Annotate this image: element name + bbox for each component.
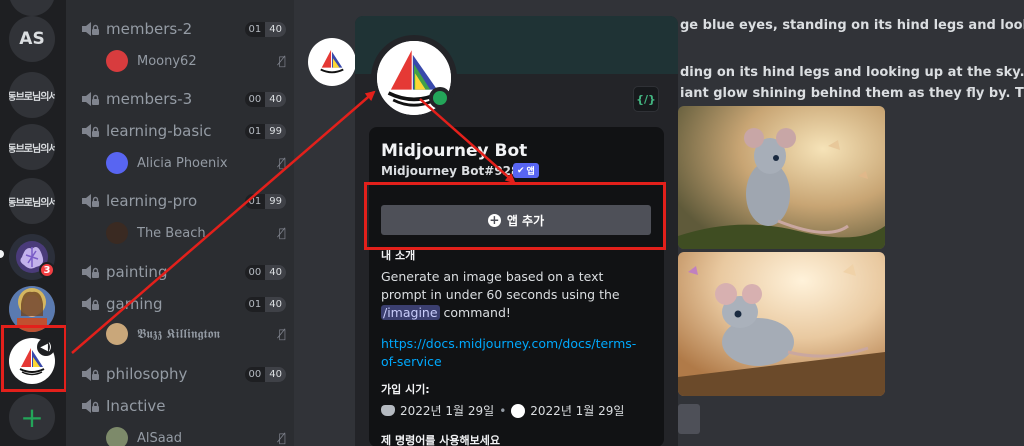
voice-user[interactable]: Moony62 🎙̸ bbox=[106, 49, 286, 73]
mouse-image bbox=[678, 252, 885, 396]
profile-tag: Midjourney Bot#9282 bbox=[381, 164, 528, 178]
midjourney-boat-icon bbox=[320, 49, 344, 74]
highlight-box-server bbox=[1, 325, 67, 392]
channel-list: members-2 01 40 members-3 00 40 learning-basic… bbox=[66, 0, 294, 446]
voice-user[interactable]: AlSaad 🎙̸ bbox=[106, 426, 286, 446]
user-limit-counter: 00 40 bbox=[244, 264, 286, 280]
bot-avatar[interactable] bbox=[308, 38, 356, 86]
muted-icon: 🎙̸ bbox=[278, 431, 286, 445]
server-dongbro-3[interactable]: 동브로님의서 bbox=[9, 178, 55, 224]
speaker-lock-icon bbox=[80, 90, 100, 108]
terms-link[interactable]: https://docs.midjourney.com/docs/terms-o… bbox=[381, 335, 651, 371]
user-avatar bbox=[106, 427, 128, 446]
server-icon-top[interactable] bbox=[9, 0, 55, 16]
server-mini-icon bbox=[511, 403, 526, 418]
about-text: Generate an image based on a text prompt… bbox=[381, 269, 620, 320]
voice-channel-inactive[interactable]: Inactive bbox=[80, 393, 286, 419]
voice-channel-gaming[interactable]: gaming 01 40 bbox=[80, 291, 286, 317]
muted-icon: 🎙̸ bbox=[278, 156, 286, 170]
speaker-lock-icon bbox=[80, 263, 100, 281]
discord-icon bbox=[381, 405, 395, 416]
prompt-line-3: iant glow shining behind them as they fl… bbox=[680, 86, 1024, 101]
user-limit-counter: 00 40 bbox=[244, 91, 286, 107]
voice-user[interactable]: The Beach 🎙̸ bbox=[106, 221, 286, 245]
commands-header: 제 명령어를 사용해보세요 bbox=[381, 434, 500, 446]
slash-commands-icon[interactable]: {/} bbox=[633, 86, 659, 112]
server-rail: AS 동브로님의서 동브로님의서 동브로님의서 3 ◀) + bbox=[0, 0, 67, 446]
generated-image-1[interactable] bbox=[678, 106, 885, 249]
check-icon: ✔ bbox=[517, 165, 525, 176]
app-badge: ✔ 앱 bbox=[513, 163, 539, 178]
user-avatar bbox=[106, 323, 128, 345]
joined-header: 가입 시기: bbox=[381, 383, 430, 396]
user-avatar bbox=[106, 152, 128, 174]
user-avatar bbox=[106, 222, 128, 244]
discord-window: AS 동브로님의서 동브로님의서 동브로님의서 3 ◀) + members-2… bbox=[0, 0, 1024, 446]
profile-name: Midjourney Bot bbox=[381, 141, 528, 161]
server-dongbro-2[interactable]: 동브로님의서 bbox=[9, 124, 55, 170]
add-server-button[interactable]: + bbox=[9, 394, 55, 440]
unread-indicator bbox=[0, 250, 4, 258]
user-limit-counter: 01 40 bbox=[244, 21, 286, 37]
speaker-lock-icon bbox=[80, 192, 100, 210]
voice-channel-painting[interactable]: painting 00 40 bbox=[80, 259, 286, 285]
user-limit-counter: 00 40 bbox=[244, 366, 286, 382]
user-limit-counter: 01 99 bbox=[244, 123, 286, 139]
joined-dates: 2022년 1월 29일 • 2022년 1월 29일 bbox=[381, 402, 624, 419]
server-as[interactable]: AS bbox=[9, 16, 55, 62]
speaker-lock-icon bbox=[80, 20, 100, 38]
prompt-line-2: ding on its hind legs and looking up at … bbox=[680, 65, 1024, 80]
user-limit-counter: 01 99 bbox=[244, 193, 286, 209]
user-avatar bbox=[106, 50, 128, 72]
muted-icon: 🎙̸ bbox=[278, 54, 286, 68]
speaker-lock-icon bbox=[80, 365, 100, 383]
voice-channel-learning-pro[interactable]: learning-pro 01 99 bbox=[80, 188, 286, 214]
image-button[interactable] bbox=[678, 404, 700, 434]
online-status-icon bbox=[429, 87, 451, 109]
speaker-lock-icon bbox=[80, 122, 100, 140]
voice-user[interactable]: Alicia Phoenix 🎙̸ bbox=[106, 151, 286, 175]
mention-badge: 3 bbox=[39, 262, 55, 278]
voice-user[interactable]: 𝕭𝖚𝖟𝖟 𝕶𝖎𝖑𝖑𝖎𝖓𝖌𝖙𝖔𝖓 🎙̸ bbox=[106, 322, 286, 346]
voice-channel-members-2[interactable]: members-2 01 40 bbox=[80, 16, 286, 42]
user-limit-counter: 01 40 bbox=[244, 296, 286, 312]
muted-icon: 🎙̸ bbox=[278, 226, 286, 240]
prompt-line-1: ge blue eyes, standing on its hind legs … bbox=[680, 18, 1024, 33]
generated-image-2[interactable] bbox=[678, 252, 885, 396]
server-dongbro-1[interactable]: 동브로님의서 bbox=[9, 72, 55, 118]
voice-channel-philosophy[interactable]: philosophy 00 40 bbox=[80, 361, 286, 387]
mouse-image bbox=[678, 106, 885, 249]
voice-channel-members-3[interactable]: members-3 00 40 bbox=[80, 86, 286, 112]
highlight-box-add-app bbox=[364, 182, 666, 250]
imagine-command: /imagine bbox=[381, 305, 440, 320]
speaker-lock-icon bbox=[80, 397, 100, 415]
voice-channel-learning-basic[interactable]: learning-basic 01 99 bbox=[80, 118, 286, 144]
profile-body: Midjourney Bot Midjourney Bot#9282 ✔ 앱 + 앱… bbox=[369, 127, 664, 446]
muted-icon: 🎙̸ bbox=[278, 327, 286, 341]
speaker-lock-icon bbox=[80, 295, 100, 313]
